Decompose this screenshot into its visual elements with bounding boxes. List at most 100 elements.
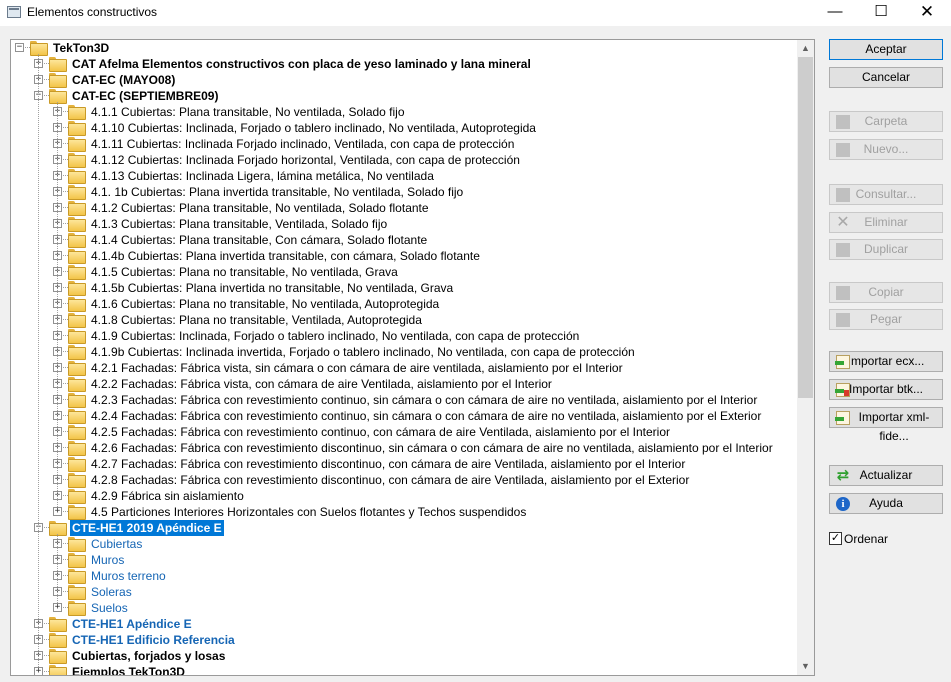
importar-ecx-button[interactable]: Importar ecx... <box>829 351 943 372</box>
expand-icon[interactable]: + <box>53 507 62 516</box>
close-button[interactable]: ✕ <box>904 0 950 26</box>
collapse-icon[interactable]: − <box>15 43 24 52</box>
folder-icon <box>49 617 67 632</box>
tree-item[interactable]: +4.1.11 Cubiertas: Inclinada Forjado inc… <box>11 136 796 152</box>
aceptar-button[interactable]: Aceptar <box>829 39 943 60</box>
tree-item[interactable]: + Cubiertas <box>11 536 796 552</box>
cancelar-button[interactable]: Cancelar <box>829 67 943 88</box>
actualizar-label: Actualizar <box>859 468 913 482</box>
tree-item[interactable]: − CTE-HE1 2019 Apéndice E <box>11 520 796 536</box>
tree-item-label: 4.1.11 Cubiertas: Inclinada Forjado incl… <box>91 137 515 151</box>
minimize-button[interactable]: — <box>812 0 858 26</box>
tree-item[interactable]: +4.2.1 Fachadas: Fábrica vista, sin cáma… <box>11 360 796 376</box>
tree-item-label: Muros <box>91 553 125 567</box>
tree-item[interactable]: +4.1.10 Cubiertas: Inclinada, Forjado o … <box>11 120 796 136</box>
tree-item[interactable]: +4.2.4 Fachadas: Fábrica con revestimien… <box>11 408 796 424</box>
pegar-button[interactable]: Pegar <box>829 309 943 330</box>
tree-item[interactable]: +4.2.5 Fachadas: Fábrica con revestimien… <box>11 424 796 440</box>
consultar-button[interactable]: Consultar... <box>829 184 943 205</box>
importar-btk-button[interactable]: Importar btk... <box>829 379 943 400</box>
scroll-down-arrow-icon[interactable]: ▼ <box>797 658 814 675</box>
tree-item-label: CAT-EC (SEPTIEMBRE09) <box>72 89 219 103</box>
tree-item[interactable]: +4.5 Particiones Interiores Horizontales… <box>11 504 796 520</box>
vertical-scrollbar[interactable]: ▲ ▼ <box>797 40 814 675</box>
tree-item[interactable]: +4.2.3 Fachadas: Fábrica con revestimien… <box>11 392 796 408</box>
eliminar-label: Eliminar <box>864 215 908 229</box>
folder-icon <box>49 649 67 664</box>
tree-item-label: 4.2.6 Fachadas: Fábrica con revestimient… <box>91 441 773 455</box>
ayuda-label: Ayuda <box>869 496 903 510</box>
tree-item[interactable]: +4.1.1 Cubiertas: Plana transitable, No … <box>11 104 796 120</box>
tree-item-label: Muros terreno <box>91 569 166 583</box>
tree-item-label: 4.5 Particiones Interiores Horizontales … <box>91 505 527 519</box>
tree-guide-line <box>57 102 58 507</box>
tree-item[interactable]: +4.1.4 Cubiertas: Plana transitable, Con… <box>11 232 796 248</box>
tree-item[interactable]: +4.1. 1b Cubiertas: Plana invertida tran… <box>11 184 796 200</box>
tree-item[interactable]: +4.2.8 Fachadas: Fábrica con revestimien… <box>11 472 796 488</box>
tree-item[interactable]: − CAT-EC (SEPTIEMBRE09) <box>11 88 796 104</box>
copiar-button[interactable]: Copiar <box>829 282 943 303</box>
tree-item[interactable]: +4.1.4b Cubiertas: Plana invertida trans… <box>11 248 796 264</box>
tree-item[interactable]: +4.1.3 Cubiertas: Plana transitable, Ven… <box>11 216 796 232</box>
actualizar-button[interactable]: ⇄ Actualizar <box>829 465 943 486</box>
nuevo-button[interactable]: Nuevo... <box>829 139 943 160</box>
tree-item[interactable]: +4.2.9 Fábrica sin aislamiento <box>11 488 796 504</box>
tree-item[interactable]: + Ejemplos TekTon3D <box>11 664 796 676</box>
tree-item[interactable]: + Muros terreno <box>11 568 796 584</box>
tree-item-label: 4.2.4 Fachadas: Fábrica con revestimient… <box>91 409 762 423</box>
expand-icon[interactable]: + <box>34 667 43 675</box>
tree-item[interactable]: +4.1.5 Cubiertas: Plana no transitable, … <box>11 264 796 280</box>
import-icon <box>835 383 850 397</box>
ordenar-label: Ordenar <box>844 532 889 546</box>
tree-item[interactable]: − TekTon3D <box>11 40 796 56</box>
tree-item[interactable]: + CTE-HE1 Edificio Referencia <box>11 632 796 648</box>
new-document-icon <box>836 143 850 157</box>
folder-icon <box>68 553 86 568</box>
tree-item[interactable]: +4.1.13 Cubiertas: Inclinada Ligera, lám… <box>11 168 796 184</box>
expand-icon[interactable]: + <box>53 603 62 612</box>
ayuda-button[interactable]: i Ayuda <box>829 493 943 514</box>
import-icon <box>835 355 850 369</box>
tree-item-label: 4.1.4 Cubiertas: Plana transitable, Con … <box>91 233 428 247</box>
tree-item[interactable]: +4.2.6 Fachadas: Fábrica con revestimien… <box>11 440 796 456</box>
folder-icon <box>68 201 86 216</box>
tree-item-label: 4.1.2 Cubiertas: Plana transitable, No v… <box>91 201 429 215</box>
maximize-button[interactable]: ☐ <box>858 0 904 26</box>
importar-btk-label: Importar btk... <box>848 382 924 396</box>
duplicar-button[interactable]: Duplicar <box>829 239 943 260</box>
tree-item[interactable]: + Muros <box>11 552 796 568</box>
tree-item[interactable]: +4.1.8 Cubiertas: Plana no transitable, … <box>11 312 796 328</box>
eliminar-button[interactable]: ✕ Eliminar <box>829 212 943 233</box>
copy-icon <box>836 286 850 300</box>
folder-icon <box>68 153 86 168</box>
tree-item[interactable]: +4.2.7 Fachadas: Fábrica con revestimien… <box>11 456 796 472</box>
tree-item[interactable]: +4.1.9 Cubiertas: Inclinada, Forjado o t… <box>11 328 796 344</box>
tree-item[interactable]: + CAT-EC (MAYO08) <box>11 72 796 88</box>
tree-item[interactable]: +4.1.5b Cubiertas: Plana invertida no tr… <box>11 280 796 296</box>
tree-item[interactable]: +4.1.12 Cubiertas: Inclinada Forjado hor… <box>11 152 796 168</box>
tree-item-label: Ejemplos TekTon3D <box>72 665 185 676</box>
tree-item[interactable]: + CAT Afelma Elementos constructivos con … <box>11 56 796 72</box>
tree-item-label: 4.1.1 Cubiertas: Plana transitable, No v… <box>91 105 405 119</box>
tree-item[interactable]: +4.1.9b Cubiertas: Inclinada invertida, … <box>11 344 796 360</box>
folder-icon <box>68 473 86 488</box>
tree-item-label: CTE-HE1 2019 Apéndice E <box>70 520 224 536</box>
carpeta-button[interactable]: Carpeta <box>829 111 943 132</box>
scroll-up-arrow-icon[interactable]: ▲ <box>797 40 814 57</box>
tree-item[interactable]: +4.1.6 Cubiertas: Plana no transitable, … <box>11 296 796 312</box>
help-icon: i <box>836 497 850 511</box>
tree-item[interactable]: +4.2.2 Fachadas: Fábrica vista, con cáma… <box>11 376 796 392</box>
elements-tree-view[interactable]: − TekTon3D + CAT Afelma Elementos construct… <box>10 39 815 676</box>
importar-xml-button[interactable]: Importar xml-fide... <box>829 407 943 443</box>
folder-icon <box>836 115 850 129</box>
checkbox-check-icon[interactable]: ✓ <box>829 532 842 545</box>
folder-icon <box>68 361 86 376</box>
tree-item[interactable]: + Soleras <box>11 584 796 600</box>
scroll-thumb[interactable] <box>798 57 813 398</box>
folder-icon <box>49 73 67 88</box>
tree-item[interactable]: + Cubiertas, forjados y losas <box>11 648 796 664</box>
tree-item[interactable]: + Suelos <box>11 600 796 616</box>
tree-item[interactable]: +4.1.2 Cubiertas: Plana transitable, No … <box>11 200 796 216</box>
tree-item-label: CAT Afelma Elementos constructivos con p… <box>72 57 531 71</box>
tree-item[interactable]: + CTE-HE1 Apéndice E <box>11 616 796 632</box>
